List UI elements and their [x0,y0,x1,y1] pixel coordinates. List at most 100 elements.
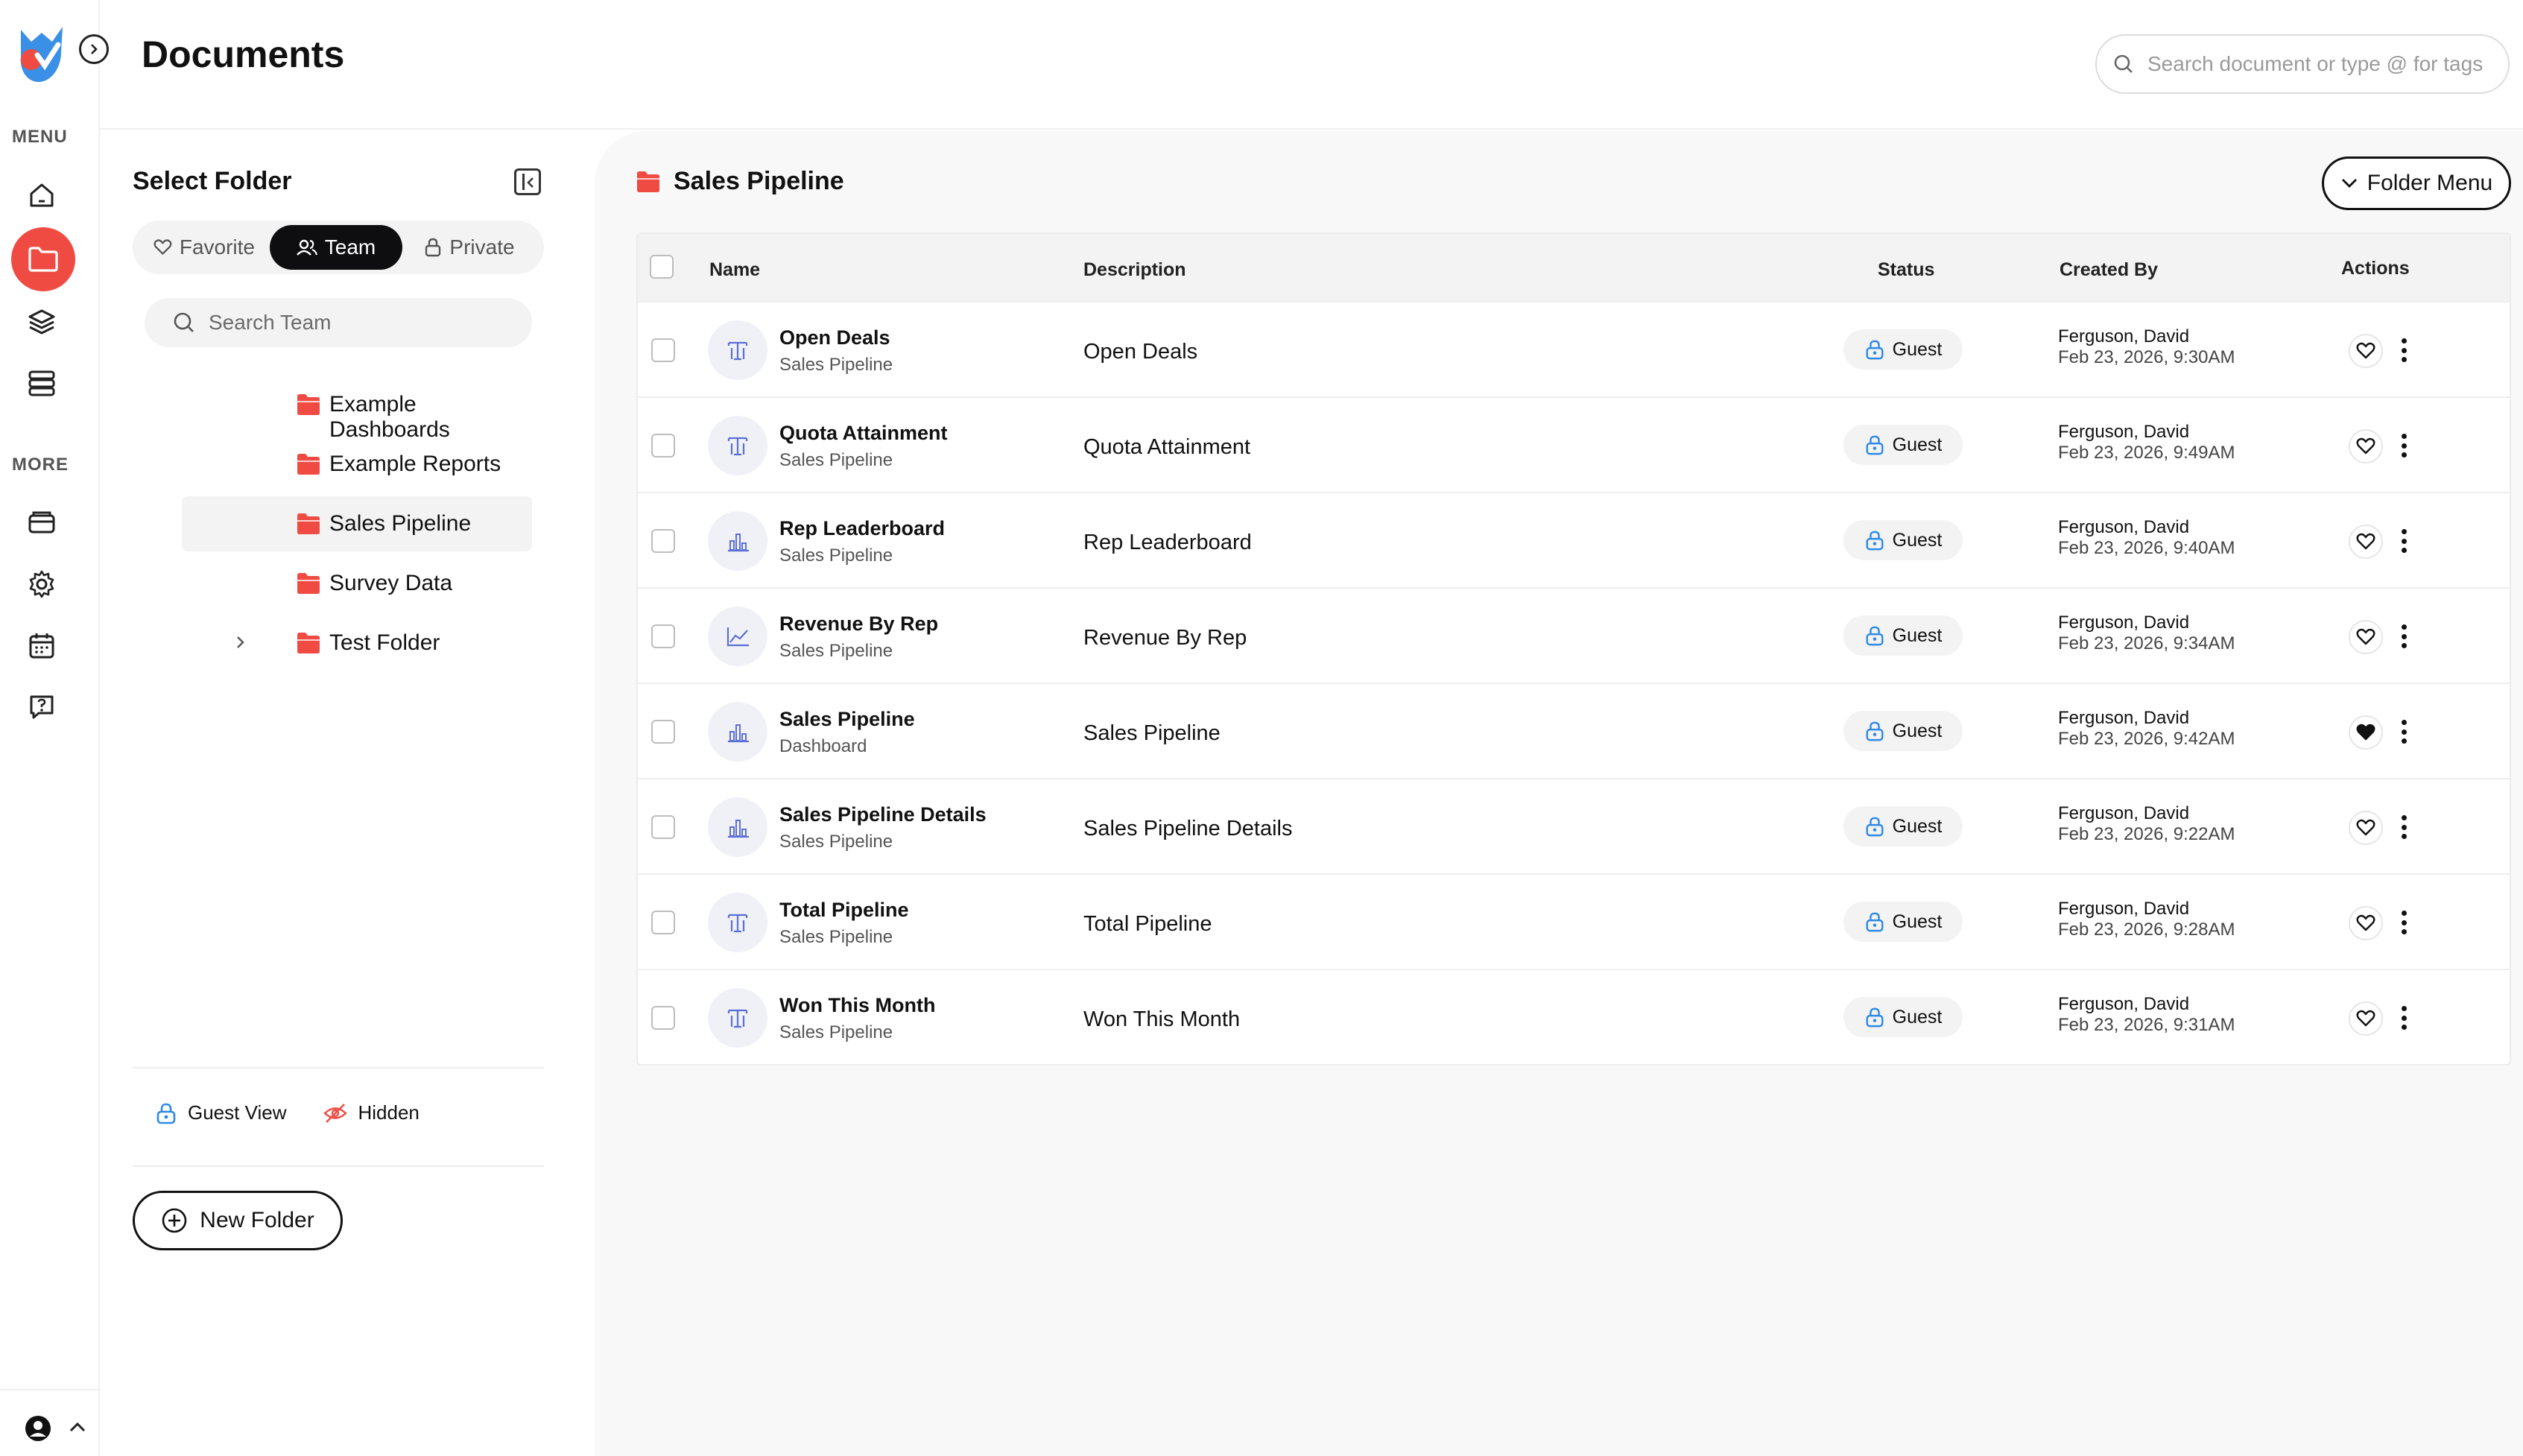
status-badge: Guest [1843,329,1963,370]
row-checkbox[interactable] [651,815,675,839]
guest-lock-icon [1866,817,1884,837]
favorite-button[interactable] [2349,715,2383,750]
table-row[interactable]: Won This Month Sales Pipeline Won This M… [638,969,2510,1064]
table-row[interactable]: Total Pipeline Sales Pipeline Total Pipe… [638,873,2510,969]
row-checkbox[interactable] [651,720,675,744]
favorite-button[interactable] [2349,525,2383,559]
favorite-button[interactable] [2349,334,2383,368]
more-options-icon[interactable] [2399,431,2408,460]
nav-help[interactable] [22,687,61,726]
favorite-button[interactable] [2349,1001,2383,1036]
bar-chart-icon [708,797,767,857]
folder-icon [297,513,320,534]
chevron-right-icon[interactable] [235,635,246,650]
nav-data-sources[interactable] [22,364,61,402]
folder-item-survey-data[interactable]: Survey Data [182,556,532,611]
nav-settings[interactable] [22,565,61,604]
document-description: Rep Leaderboard [1083,531,1252,554]
table-row[interactable]: Open Deals Sales Pipeline Open Deals Gue… [638,301,2510,396]
document-name[interactable]: Total Pipeline [779,899,909,922]
status-label: Guest [1892,624,1943,646]
row-checkbox[interactable] [651,624,675,648]
table-row[interactable]: Rep Leaderboard Sales Pipeline Rep Leade… [638,492,2510,587]
document-name[interactable]: Open Deals [779,326,890,349]
layers-icon [28,309,55,335]
app-logo[interactable] [15,22,69,86]
more-options-icon[interactable] [2399,335,2408,365]
document-name[interactable]: Quota Attainment [779,422,948,445]
favorite-button[interactable] [2349,429,2383,463]
folder-item-label: Example Reports [329,452,501,476]
more-options-icon[interactable] [2399,717,2408,747]
document-type: Sales Pipeline [779,641,893,661]
folder-item-test-folder[interactable]: Test Folder [182,615,532,671]
column-header-name[interactable]: Name [709,259,760,281]
document-name[interactable]: Won This Month [779,994,935,1017]
select-all-checkbox[interactable] [650,255,674,279]
status-badge: Guest [1843,711,1963,751]
folder-search[interactable] [145,298,532,347]
table-row[interactable]: Sales Pipeline Dashboard Sales Pipeline … [638,683,2510,778]
status-label: Guest [1892,529,1943,551]
folder-icon [297,454,320,475]
tab-private[interactable]: Private [402,225,536,270]
guest-lock-icon [1866,912,1884,932]
new-folder-button[interactable]: New Folder [133,1191,343,1250]
folder-search-input[interactable] [209,311,507,335]
new-folder-label: New Folder [200,1208,314,1232]
nav-calendar[interactable] [22,626,61,665]
folder-menu-button[interactable]: Folder Menu [2322,156,2511,210]
folder-item-example-reports[interactable]: Example Reports [182,437,532,492]
row-checkbox[interactable] [651,529,675,553]
nav-home[interactable] [22,176,61,215]
document-name[interactable]: Sales Pipeline [779,708,915,731]
row-checkbox[interactable] [651,911,675,934]
expand-rail-button[interactable] [79,34,109,64]
document-name[interactable]: Rep Leaderboard [779,517,945,540]
home-icon [30,183,54,207]
collapse-panel-button[interactable] [514,168,541,195]
more-options-icon[interactable] [2399,526,2408,556]
text-icon [708,988,767,1048]
column-header-created-by[interactable]: Created By [2060,259,2158,281]
more-options-icon[interactable] [2399,1003,2408,1033]
created-by-name: Ferguson, David [2058,326,2190,346]
table-row[interactable]: Revenue By Rep Sales Pipeline Revenue By… [638,587,2510,683]
created-date: Feb 23, 2026, 9:22AM [2058,824,2235,844]
row-checkbox[interactable] [651,1006,675,1030]
created-by-name: Ferguson, David [2058,708,2190,728]
documents-table: Name Description Status Created By Actio… [636,232,2511,1066]
table-row[interactable]: Sales Pipeline Details Sales Pipeline Sa… [638,778,2510,873]
document-name[interactable]: Sales Pipeline Details [779,803,987,826]
folder-scope-tabs: Favorite Team Private [133,221,544,274]
table-header: Name Description Status Created By Actio… [638,234,2510,301]
favorite-button[interactable] [2349,811,2383,845]
document-name[interactable]: Revenue By Rep [779,613,938,636]
page-title: Documents [142,34,345,75]
favorite-button[interactable] [2349,906,2383,940]
more-options-icon[interactable] [2399,908,2408,937]
table-row[interactable]: Quota Attainment Sales Pipeline Quota At… [638,396,2510,492]
user-menu[interactable] [0,1389,98,1456]
status-badge: Guest [1843,902,1963,942]
folder-icon [28,247,58,272]
column-header-status[interactable]: Status [1878,259,1934,281]
tab-favorite[interactable]: Favorite [139,225,270,270]
tab-team[interactable]: Team [270,225,402,270]
row-checkbox[interactable] [651,338,675,362]
column-header-description[interactable]: Description [1083,259,1186,281]
more-options-icon[interactable] [2399,621,2408,651]
row-checkbox[interactable] [651,434,675,458]
folder-icon [297,633,320,653]
global-search-input[interactable] [2147,52,2490,76]
folder-item-sales-pipeline[interactable]: Sales Pipeline [182,496,532,551]
nav-cards[interactable] [22,504,61,542]
nav-layers[interactable] [22,303,61,341]
nav-documents[interactable] [11,227,75,291]
user-avatar-icon [25,1416,51,1441]
folder-menu-label: Folder Menu [2367,171,2493,195]
more-options-icon[interactable] [2399,812,2408,842]
folder-item-example-dashboards[interactable]: Example Dashboards [182,377,532,442]
favorite-button[interactable] [2349,620,2383,654]
global-search[interactable] [2095,34,2510,94]
